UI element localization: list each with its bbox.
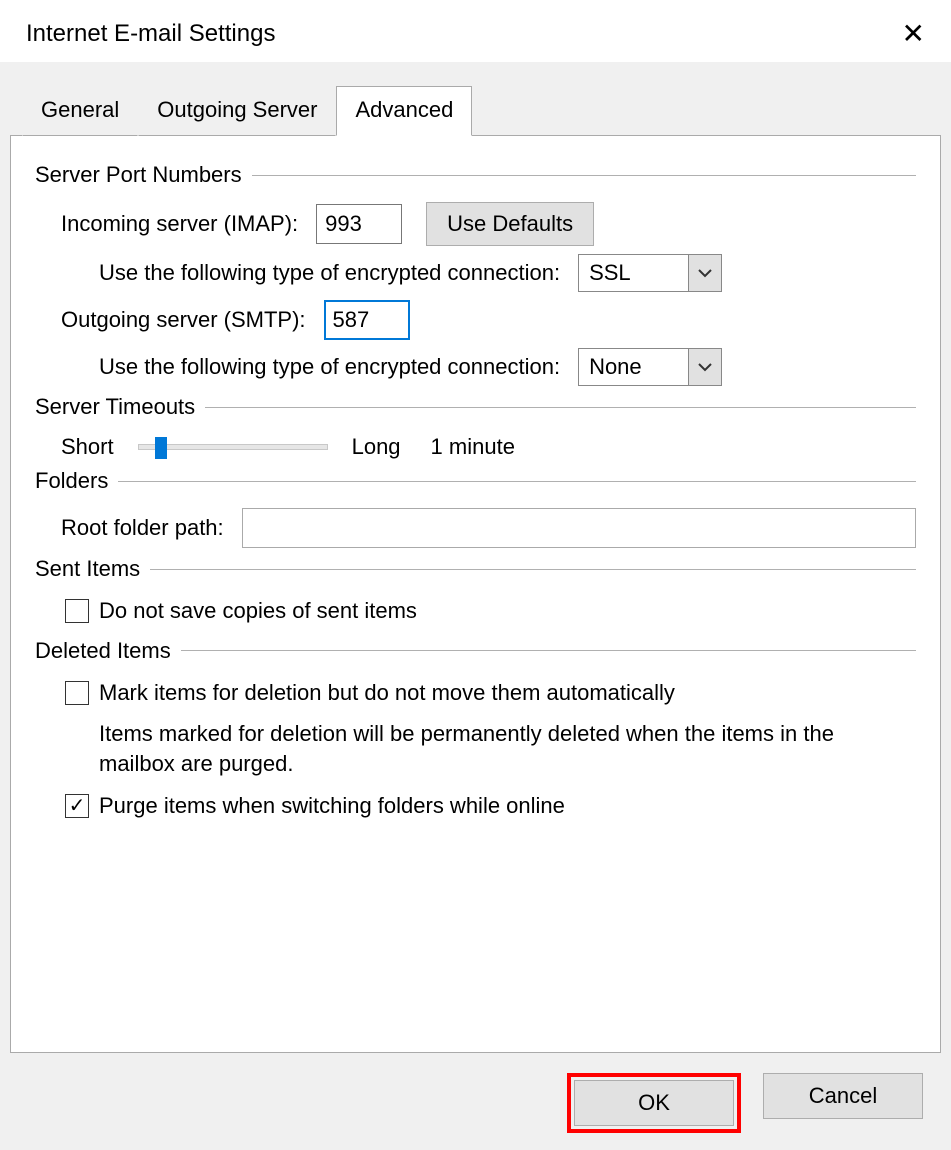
timeout-long-label: Long [352, 434, 401, 460]
close-icon[interactable]: ✕ [890, 14, 937, 54]
row-purge-on-switch: Purge items when switching folders while… [65, 791, 916, 821]
dialog-client-area: General Outgoing Server Advanced Server … [0, 62, 951, 1150]
cancel-button[interactable]: Cancel [763, 1073, 923, 1119]
outgoing-encryption-label: Use the following type of encrypted conn… [99, 354, 560, 380]
mark-for-deletion-checkbox[interactable] [65, 681, 89, 705]
timeout-slider[interactable] [138, 444, 328, 450]
row-server-timeout: Short Long 1 minute [35, 434, 916, 460]
outgoing-encryption-value: None [578, 348, 688, 386]
group-label-server-timeouts: Server Timeouts [35, 394, 205, 420]
advanced-panel: Server Port Numbers Incoming server (IMA… [10, 135, 941, 1053]
mark-for-deletion-note: Items marked for deletion will be perman… [99, 719, 879, 778]
root-folder-label: Root folder path: [61, 515, 224, 541]
row-incoming-encryption: Use the following type of encrypted conn… [35, 254, 916, 292]
row-root-folder: Root folder path: [35, 508, 916, 548]
root-folder-path-input[interactable] [242, 508, 916, 548]
use-defaults-button[interactable]: Use Defaults [426, 202, 594, 246]
ok-button-highlight: OK [567, 1073, 741, 1133]
tab-advanced[interactable]: Advanced [336, 86, 472, 136]
tabstrip: General Outgoing Server Advanced [22, 62, 941, 135]
group-divider [252, 175, 916, 176]
group-divider [150, 569, 916, 570]
row-mark-for-deletion: Mark items for deletion but do not move … [65, 678, 916, 708]
group-server-timeouts: Server Timeouts [35, 394, 916, 420]
tab-outgoing-server[interactable]: Outgoing Server [138, 86, 336, 136]
dialog-title: Internet E-mail Settings [26, 20, 275, 48]
ok-button[interactable]: OK [574, 1080, 734, 1126]
incoming-server-label: Incoming server (IMAP): [61, 211, 298, 237]
group-label-deleted-items: Deleted Items [35, 638, 181, 664]
titlebar: Internet E-mail Settings ✕ [0, 0, 951, 62]
outgoing-server-port-input[interactable] [324, 300, 410, 340]
group-label-sent-items: Sent Items [35, 556, 150, 582]
tab-general[interactable]: General [22, 86, 138, 136]
chevron-down-icon[interactable] [688, 348, 722, 386]
incoming-encryption-select[interactable]: SSL [578, 254, 722, 292]
purge-on-switch-label: Purge items when switching folders while… [99, 791, 565, 821]
email-settings-dialog: Internet E-mail Settings ✕ General Outgo… [0, 0, 951, 1148]
group-folders: Folders [35, 468, 916, 494]
group-server-port-numbers: Server Port Numbers [35, 162, 916, 188]
row-incoming-server: Incoming server (IMAP): Use Defaults [35, 202, 916, 246]
chevron-down-icon[interactable] [688, 254, 722, 292]
group-label-server-ports: Server Port Numbers [35, 162, 252, 188]
group-divider [205, 407, 916, 408]
incoming-server-port-input[interactable] [316, 204, 402, 244]
group-divider [181, 650, 916, 651]
dialog-footer: OK Cancel [10, 1053, 941, 1133]
outgoing-server-label: Outgoing server (SMTP): [61, 307, 306, 333]
group-deleted-items: Deleted Items [35, 638, 916, 664]
row-outgoing-server: Outgoing server (SMTP): [35, 300, 916, 340]
purge-on-switch-checkbox[interactable] [65, 794, 89, 818]
mark-for-deletion-label: Mark items for deletion but do not move … [99, 678, 675, 708]
row-do-not-save-sent: Do not save copies of sent items [65, 596, 916, 626]
row-outgoing-encryption: Use the following type of encrypted conn… [35, 348, 916, 386]
group-label-folders: Folders [35, 468, 118, 494]
slider-thumb[interactable] [155, 437, 167, 459]
outgoing-encryption-select[interactable]: None [578, 348, 722, 386]
incoming-encryption-value: SSL [578, 254, 688, 292]
timeout-short-label: Short [61, 434, 114, 460]
group-sent-items: Sent Items [35, 556, 916, 582]
do-not-save-sent-checkbox[interactable] [65, 599, 89, 623]
timeout-value-label: 1 minute [431, 434, 515, 460]
incoming-encryption-label: Use the following type of encrypted conn… [99, 260, 560, 286]
group-divider [118, 481, 916, 482]
do-not-save-sent-label: Do not save copies of sent items [99, 596, 417, 626]
